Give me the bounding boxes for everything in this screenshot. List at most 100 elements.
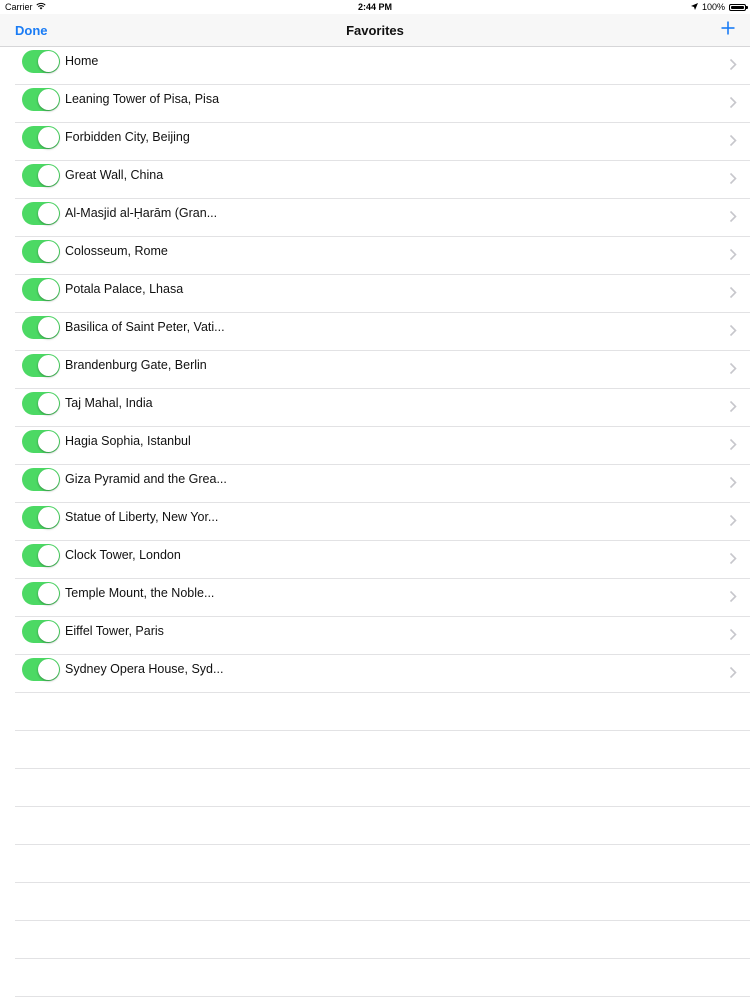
list-item[interactable]: Al-Masjid al-Ḥarām (Gran...: [15, 199, 750, 237]
list-item[interactable]: Taj Mahal, India: [15, 389, 750, 427]
list-item[interactable]: Temple Mount, the Noble...: [15, 579, 750, 617]
toggle-knob: [38, 51, 59, 72]
favorite-toggle[interactable]: [22, 278, 60, 301]
list-item[interactable]: Sydney Opera House, Syd...: [15, 655, 750, 693]
empty-row: [15, 693, 750, 731]
navigation-bar: Done Favorites: [0, 14, 750, 47]
toggle-knob: [38, 583, 59, 604]
chevron-right-icon[interactable]: [729, 58, 737, 71]
list-item[interactable]: Great Wall, China: [15, 161, 750, 199]
favorite-toggle[interactable]: [22, 164, 60, 187]
empty-row: [15, 959, 750, 997]
empty-row: [15, 807, 750, 845]
chevron-right-icon[interactable]: [729, 134, 737, 147]
toggle-knob: [38, 393, 59, 414]
empty-row: [15, 883, 750, 921]
chevron-right-icon[interactable]: [729, 324, 737, 337]
favorites-table: Home Leaning Tower of Pisa, Pisa Forbidden…: [0, 47, 750, 997]
chevron-right-icon[interactable]: [729, 248, 737, 261]
chevron-right-icon[interactable]: [729, 210, 737, 223]
chevron-right-icon[interactable]: [729, 590, 737, 603]
toggle-knob: [38, 355, 59, 376]
favorite-label: Leaning Tower of Pisa, Pisa: [65, 92, 220, 106]
favorite-label: Colosseum, Rome: [65, 244, 168, 258]
list-item[interactable]: Giza Pyramid and the Grea...: [15, 465, 750, 503]
list-item[interactable]: Leaning Tower of Pisa, Pisa: [15, 85, 750, 123]
chevron-right-icon[interactable]: [729, 552, 737, 565]
favorite-label: Eiffel Tower, Paris: [65, 624, 164, 638]
toggle-knob: [38, 545, 59, 566]
chevron-right-icon[interactable]: [729, 286, 737, 299]
empty-row: [15, 769, 750, 807]
battery-fill: [731, 5, 744, 9]
list-item[interactable]: Colosseum, Rome: [15, 237, 750, 275]
list-item[interactable]: Potala Palace, Lhasa: [15, 275, 750, 313]
favorite-label: Basilica of Saint Peter, Vati...: [65, 320, 225, 334]
chevron-right-icon[interactable]: [729, 666, 737, 679]
chevron-right-icon[interactable]: [729, 96, 737, 109]
toggle-knob: [38, 469, 59, 490]
favorites-screen: Carrier 2:44 PM 100% Done Favorites Home…: [0, 0, 750, 1000]
favorite-toggle[interactable]: [22, 430, 60, 453]
chevron-right-icon[interactable]: [729, 476, 737, 489]
favorite-label: Great Wall, China: [65, 168, 164, 182]
page-title: Favorites: [346, 23, 404, 38]
favorite-toggle[interactable]: [22, 468, 60, 491]
favorite-toggle[interactable]: [22, 50, 60, 73]
toggle-knob: [38, 431, 59, 452]
favorite-toggle[interactable]: [22, 620, 60, 643]
favorite-toggle[interactable]: [22, 658, 60, 681]
chevron-right-icon[interactable]: [729, 362, 737, 375]
favorite-label: Sydney Opera House, Syd...: [65, 662, 224, 676]
toggle-knob: [38, 279, 59, 300]
favorite-toggle[interactable]: [22, 544, 60, 567]
list-item[interactable]: Home: [15, 47, 750, 85]
favorite-toggle[interactable]: [22, 392, 60, 415]
favorite-label: Clock Tower, London: [65, 548, 181, 562]
toggle-knob: [38, 127, 59, 148]
add-button[interactable]: [720, 20, 736, 36]
favorite-toggle[interactable]: [22, 506, 60, 529]
status-right: 100%: [690, 2, 748, 12]
favorite-label: Home: [65, 54, 99, 68]
favorite-toggle[interactable]: [22, 354, 60, 377]
favorite-toggle[interactable]: [22, 126, 60, 149]
status-time: 2:44 PM: [357, 2, 392, 12]
list-item[interactable]: Forbidden City, Beijing: [15, 123, 750, 161]
plus-icon: [721, 21, 735, 35]
favorite-label: Taj Mahal, India: [65, 396, 153, 410]
favorite-toggle[interactable]: [22, 88, 60, 111]
chevron-right-icon[interactable]: [729, 172, 737, 185]
battery-icon: [729, 3, 748, 11]
toggle-knob: [38, 165, 59, 186]
list-item[interactable]: Eiffel Tower, Paris: [15, 617, 750, 655]
empty-row: [15, 921, 750, 959]
favorite-toggle[interactable]: [22, 240, 60, 263]
toggle-knob: [38, 241, 59, 262]
chevron-right-icon[interactable]: [729, 514, 737, 527]
list-item[interactable]: Basilica of Saint Peter, Vati...: [15, 313, 750, 351]
battery-tip: [746, 5, 748, 9]
favorite-label: Temple Mount, the Noble...: [65, 586, 215, 600]
toggle-knob: [38, 507, 59, 528]
list-item[interactable]: Brandenburg Gate, Berlin: [15, 351, 750, 389]
toggle-knob: [38, 621, 59, 642]
list-item[interactable]: Statue of Liberty, New Yor...: [15, 503, 750, 541]
empty-row: [15, 845, 750, 883]
empty-row: [15, 731, 750, 769]
status-bar: Carrier 2:44 PM 100%: [0, 0, 750, 14]
toggle-knob: [38, 317, 59, 338]
list-item[interactable]: Clock Tower, London: [15, 541, 750, 579]
favorite-label: Giza Pyramid and the Grea...: [65, 472, 227, 486]
favorite-label: Hagia Sophia, Istanbul: [65, 434, 191, 448]
chevron-right-icon[interactable]: [729, 628, 737, 641]
chevron-right-icon[interactable]: [729, 400, 737, 413]
chevron-right-icon[interactable]: [729, 438, 737, 451]
favorite-toggle[interactable]: [22, 582, 60, 605]
favorite-toggle[interactable]: [22, 316, 60, 339]
list-item[interactable]: Hagia Sophia, Istanbul: [15, 427, 750, 465]
toggle-knob: [38, 659, 59, 680]
favorite-toggle[interactable]: [22, 202, 60, 225]
favorite-label: Forbidden City, Beijing: [65, 130, 190, 144]
battery-percent: 100%: [701, 2, 725, 12]
